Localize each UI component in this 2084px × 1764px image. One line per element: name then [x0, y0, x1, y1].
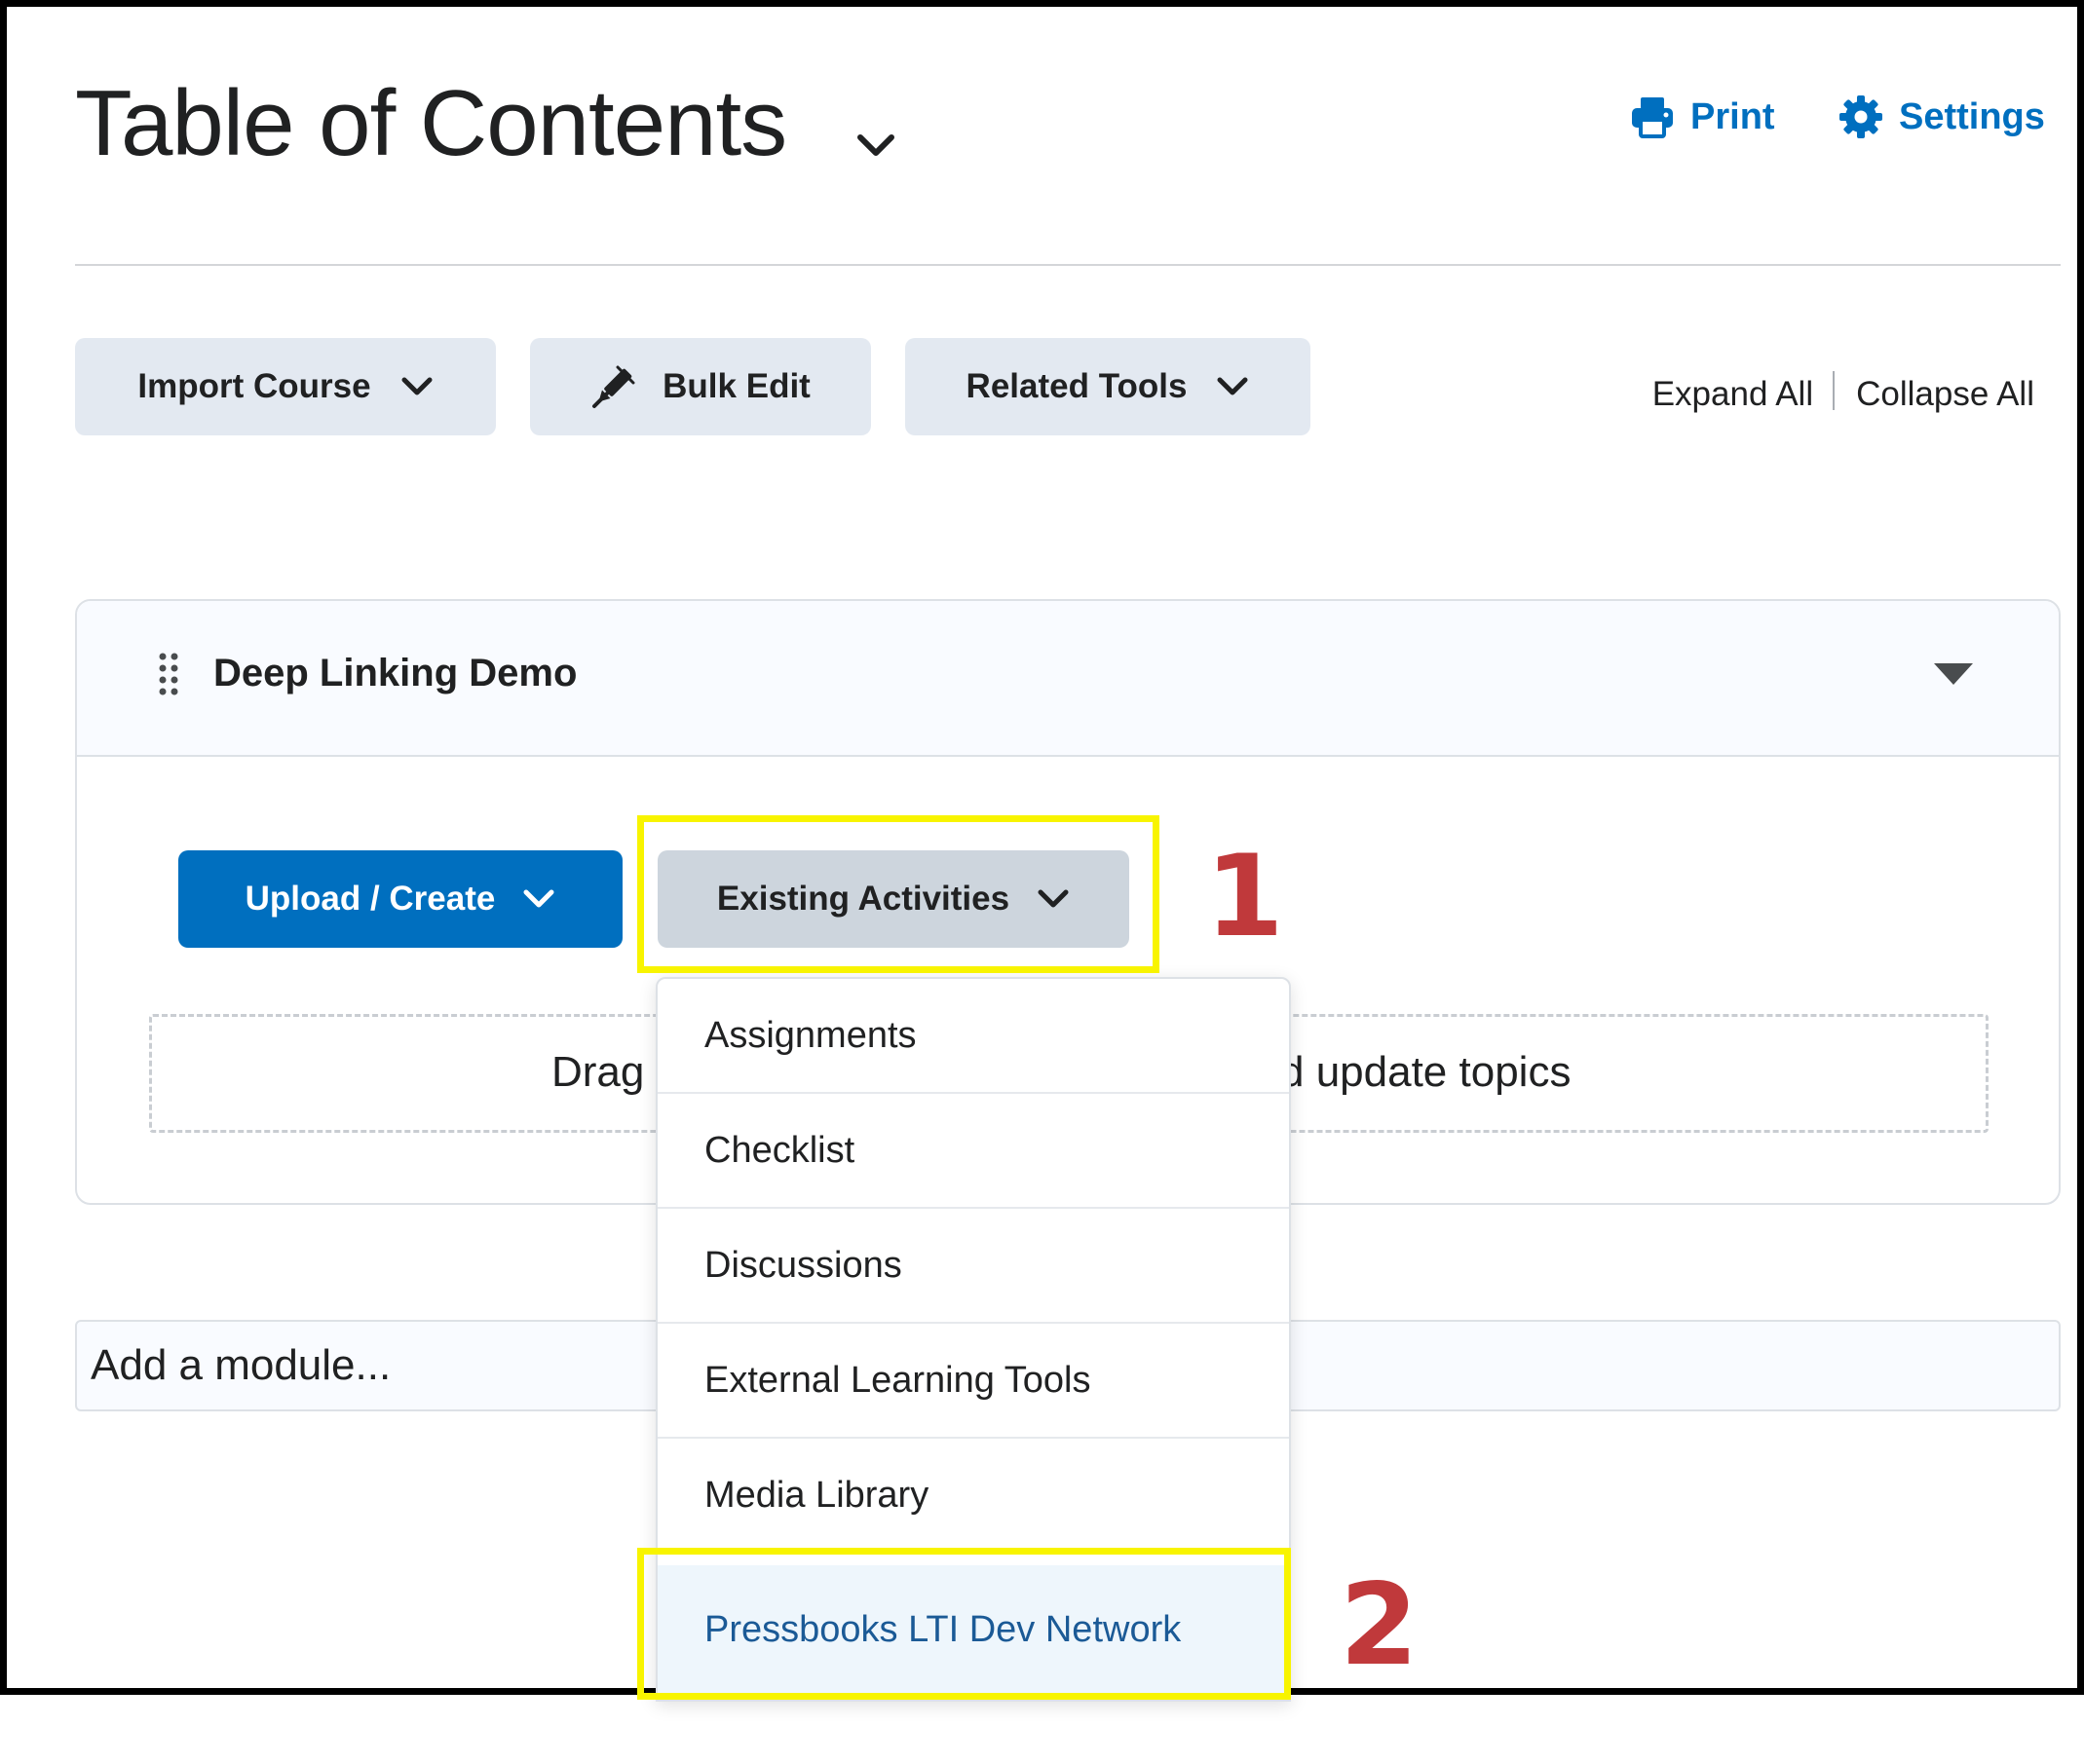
menu-item-media-library[interactable]: Media Library: [658, 1439, 1289, 1554]
upload-create-label: Upload / Create: [245, 880, 496, 918]
caret-down-icon[interactable]: [1932, 661, 1975, 687]
related-tools-label: Related Tools: [966, 367, 1188, 405]
print-button[interactable]: Print: [1630, 93, 1775, 141]
module-title: Deep Linking Demo: [213, 652, 578, 694]
collapse-all-link[interactable]: Collapse All: [1856, 375, 2034, 414]
settings-label: Settings: [1899, 95, 2045, 137]
menu-item-external-learning-tools[interactable]: External Learning Tools: [658, 1324, 1289, 1439]
annotation-highlight-existing-activities: [637, 815, 1159, 973]
page-title: Table of Contents: [75, 71, 787, 175]
chevron-down-icon: [401, 377, 433, 395]
module-header[interactable]: Deep Linking Demo: [77, 601, 2059, 757]
drag-handle-icon[interactable]: [157, 652, 180, 696]
divider: [1833, 371, 1836, 410]
annotation-step-1: 1: [1205, 831, 1284, 962]
annotation-highlight-pressbooks: [637, 1548, 1291, 1700]
drop-zone-text-right: d update topics: [1280, 1048, 1572, 1096]
bulk-edit-button[interactable]: Bulk Edit: [530, 338, 871, 435]
expand-all-link[interactable]: Expand All: [1652, 375, 1813, 414]
menu-item-discussions[interactable]: Discussions: [658, 1209, 1289, 1324]
chevron-down-icon[interactable]: [853, 128, 899, 163]
annotation-step-2: 2: [1340, 1559, 1419, 1691]
drop-zone-text-left: Drag: [551, 1048, 645, 1096]
settings-button[interactable]: Settings: [1838, 93, 2045, 141]
chevron-down-icon: [523, 889, 554, 908]
print-label: Print: [1690, 95, 1775, 137]
related-tools-button[interactable]: Related Tools: [905, 338, 1310, 435]
menu-item-assignments[interactable]: Assignments: [658, 979, 1289, 1094]
gear-icon: [1839, 95, 1882, 138]
screenshot-frame: Table of Contents Print Settings Import …: [0, 0, 2084, 1702]
expand-collapse-controls: Expand All Collapse All: [1652, 367, 2034, 422]
import-course-button[interactable]: Import Course: [75, 338, 496, 435]
pencil-edit-icon: [592, 365, 635, 408]
import-course-label: Import Course: [137, 367, 371, 405]
bulk-edit-label: Bulk Edit: [663, 367, 811, 405]
chevron-down-icon: [1217, 377, 1248, 395]
printer-icon: [1632, 97, 1673, 138]
upload-create-button[interactable]: Upload / Create: [178, 850, 623, 948]
header-divider: [75, 264, 2061, 266]
menu-item-checklist[interactable]: Checklist: [658, 1094, 1289, 1209]
